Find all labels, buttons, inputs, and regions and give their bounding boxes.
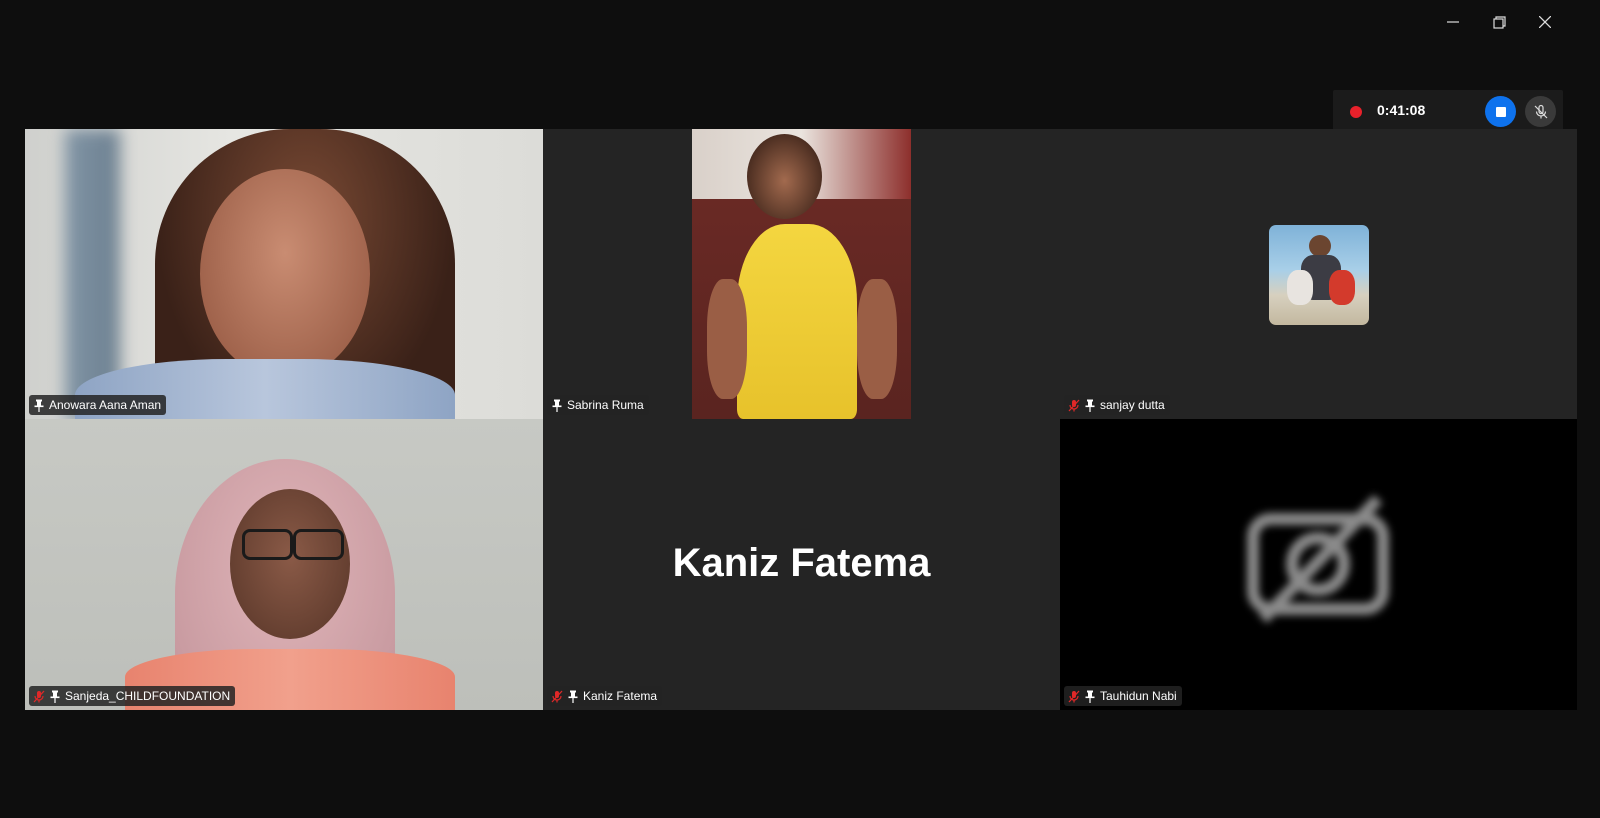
- recording-dot-icon: [1350, 106, 1362, 118]
- video-tile-tauhidun[interactable]: Tauhidun Nabi: [1060, 419, 1577, 710]
- avatar: [1269, 225, 1369, 325]
- video-tile-sanjeda[interactable]: Sanjeda_CHILDFOUNDATION: [25, 419, 543, 710]
- minimize-icon: [1447, 21, 1459, 23]
- participant-display-name: Kaniz Fatema: [672, 541, 931, 585]
- pin-icon: [33, 398, 45, 412]
- video-tile-anowara[interactable]: Anowara Aana Aman: [25, 129, 543, 419]
- video-tile-sanjay[interactable]: sanjay dutta: [1060, 129, 1577, 419]
- video-tile-kaniz[interactable]: Kaniz Fatema Kaniz Fatema: [543, 419, 1060, 710]
- participant-label: Sabrina Ruma: [547, 395, 649, 415]
- participant-label: Tauhidun Nabi: [1064, 686, 1182, 706]
- participant-label: sanjay dutta: [1064, 395, 1170, 415]
- participant-label: Anowara Aana Aman: [29, 395, 167, 415]
- mic-muted-icon: [1068, 398, 1080, 412]
- pin-icon: [49, 689, 61, 703]
- stop-icon: [1495, 106, 1506, 117]
- minimize-button[interactable]: [1441, 12, 1465, 32]
- pin-icon: [567, 689, 579, 703]
- pin-icon: [1084, 398, 1096, 412]
- mic-muted-icon: [1068, 689, 1080, 703]
- camera-off-icon: [1243, 489, 1393, 629]
- participant-video: [25, 419, 543, 710]
- participant-label: Sanjeda_CHILDFOUNDATION: [29, 686, 236, 706]
- stop-recording-button[interactable]: [1485, 96, 1516, 127]
- mute-button[interactable]: [1525, 96, 1556, 127]
- pin-icon: [551, 398, 563, 412]
- recording-timer: 0:41:08: [1377, 102, 1426, 118]
- participant-video: [25, 129, 543, 419]
- pin-icon: [1084, 689, 1096, 703]
- participant-name: Sabrina Ruma: [567, 398, 644, 412]
- recording-bar: 0:41:08: [1333, 90, 1563, 132]
- participant-name: Kaniz Fatema: [583, 689, 658, 703]
- mic-muted-icon: [33, 689, 45, 703]
- participant-name: Sanjeda_CHILDFOUNDATION: [65, 689, 231, 703]
- restore-icon: [1492, 15, 1506, 29]
- participant-name: Tauhidun Nabi: [1100, 689, 1177, 703]
- participant-name: Anowara Aana Aman: [49, 398, 162, 412]
- participant-name: sanjay dutta: [1100, 398, 1165, 412]
- restore-button[interactable]: [1487, 12, 1511, 32]
- close-button[interactable]: [1533, 12, 1557, 32]
- close-icon: [1539, 16, 1551, 28]
- mic-muted-icon: [551, 689, 563, 703]
- mic-muted-icon: [1534, 104, 1547, 118]
- participant-label: Kaniz Fatema: [547, 686, 663, 706]
- participant-video: [692, 129, 911, 419]
- video-tile-sabrina[interactable]: Sabrina Ruma: [543, 129, 1060, 419]
